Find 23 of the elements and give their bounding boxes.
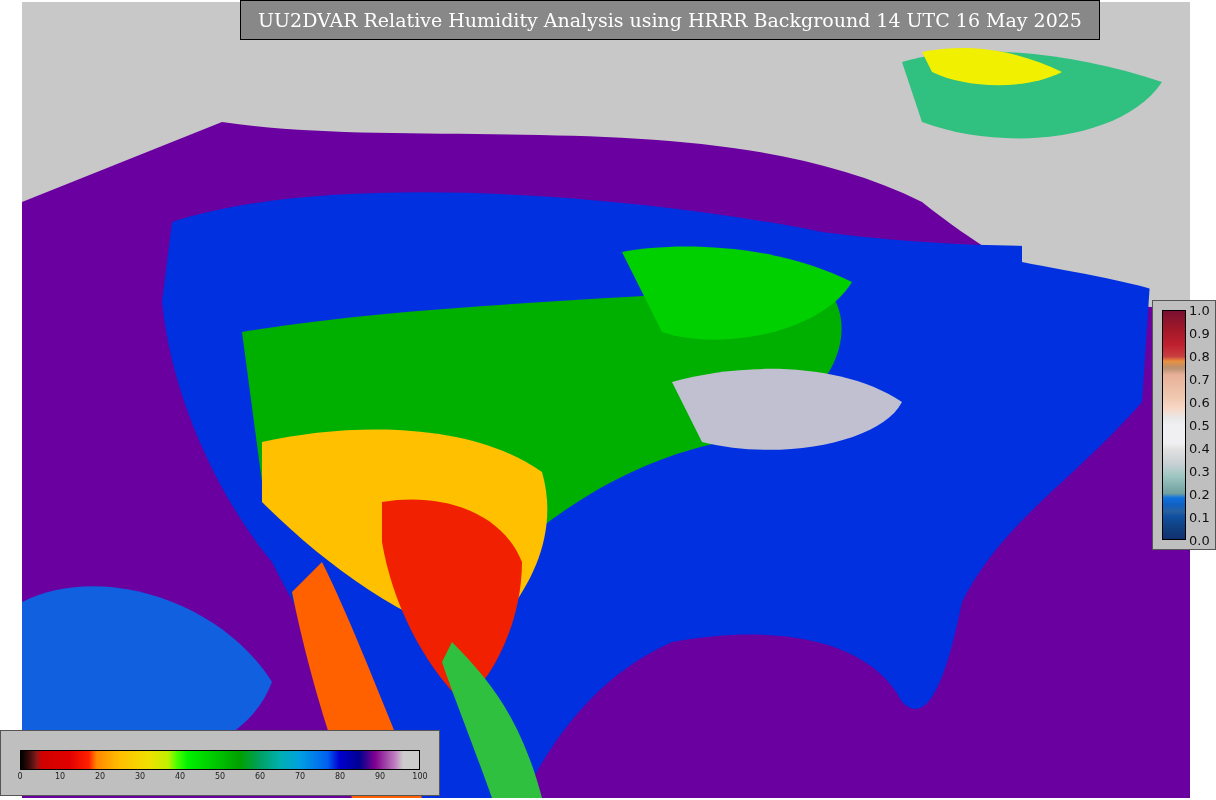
tick-label: 40 bbox=[174, 773, 186, 781]
tick-label: 0.2 bbox=[1189, 487, 1210, 501]
tick-label: 0.0 bbox=[1189, 533, 1210, 547]
tick-label: 1.0 bbox=[1189, 303, 1210, 317]
tick-label: 70 bbox=[294, 773, 306, 781]
tick-label: 0.3 bbox=[1189, 464, 1210, 478]
map-title: UU2DVAR Relative Humidity Analysis using HRRR Background 14 UTC 16 May 2025 bbox=[240, 0, 1100, 40]
tick-label: 60 bbox=[254, 773, 266, 781]
tick-label: 50 bbox=[214, 773, 226, 781]
tick-label: 90 bbox=[374, 773, 386, 781]
tick-label: 0.8 bbox=[1189, 349, 1210, 363]
tick-label: 20 bbox=[94, 773, 106, 781]
tick-label: 0.6 bbox=[1189, 395, 1210, 409]
tick-label: 100 bbox=[412, 773, 428, 781]
tick-label: 30 bbox=[134, 773, 146, 781]
tick-label: 0.7 bbox=[1189, 372, 1210, 386]
tick-label: 80 bbox=[334, 773, 346, 781]
tick-label: 0 bbox=[17, 773, 23, 781]
tick-label: 0.1 bbox=[1189, 510, 1210, 524]
tick-label: 0.5 bbox=[1189, 418, 1210, 432]
tick-label: 0.9 bbox=[1189, 326, 1210, 340]
tick-label: 10 bbox=[54, 773, 66, 781]
tick-label: 0.4 bbox=[1189, 441, 1210, 455]
